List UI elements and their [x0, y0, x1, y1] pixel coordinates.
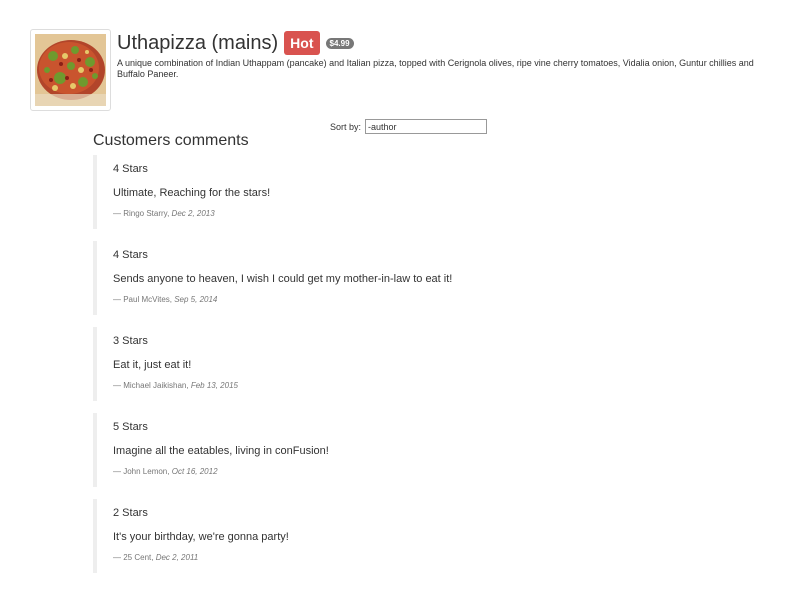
comment-date: Feb 13, 2015 [190, 381, 238, 390]
dish-body: Uthapizza (mains) Hot $4.99 A unique com… [117, 29, 777, 80]
comment-author: — Michael Jaikishan, [113, 381, 189, 390]
sort-control: Sort by: [330, 119, 488, 134]
dish-name: Uthapizza (mains) [117, 32, 279, 54]
comment-blockquote: 5 Stars Imagine all the eatables, living… [93, 413, 573, 487]
comment-rating: 3 Stars [113, 335, 148, 347]
comment-rating: 5 Stars [113, 421, 148, 433]
sort-input[interactable] [365, 119, 488, 134]
comment-date: Dec 2, 2011 [155, 553, 199, 562]
comment-rating: 2 Stars [113, 507, 148, 519]
sort-label: Sort by: [330, 121, 362, 132]
comment-footer: — John Lemon, Oct 16, 2012 [113, 466, 218, 477]
comment-date: Oct 16, 2012 [171, 467, 218, 476]
comment-blockquote: 4 Stars Ultimate, Reaching for the stars… [93, 155, 573, 229]
comment-footer: — Ringo Starry, Dec 2, 2013 [113, 208, 215, 219]
comment-footer: — 25 Cent, Dec 2, 2011 [113, 552, 198, 563]
price-badge: $4.99 [325, 37, 354, 49]
comment-text: Imagine all the eatables, living in conF… [113, 445, 329, 457]
comment-author: — Paul McVites, [113, 295, 172, 304]
comment-blockquote: 3 Stars Eat it, just eat it! — Michael J… [93, 327, 573, 401]
dish-thumbnail [30, 29, 111, 111]
comment-text: Eat it, just eat it! [113, 359, 192, 371]
comment-blockquote: 4 Stars Sends anyone to heaven, I wish I… [93, 241, 573, 315]
comment-author: — John Lemon, [113, 467, 170, 476]
comment-rating: 4 Stars [113, 163, 148, 175]
dish-heading: Uthapizza (mains) Hot $4.99 [117, 29, 777, 57]
dish-description: A unique combination of Indian Uthappam … [117, 58, 754, 79]
hot-label: Hot [284, 31, 320, 55]
comment-text: Ultimate, Reaching for the stars! [113, 187, 271, 199]
comment-text: Sends anyone to heaven, I wish I could g… [113, 273, 453, 285]
pizza-image [35, 34, 106, 106]
comment-text: It's your birthday, we're gonna party! [113, 531, 289, 543]
comments-title: Customers comments [93, 132, 249, 149]
comment-footer: — Paul McVites, Sep 5, 2014 [113, 294, 217, 305]
comment-author: — Ringo Starry, [113, 209, 170, 218]
comment-footer: — Michael Jaikishan, Feb 13, 2015 [113, 380, 238, 391]
comment-date: Dec 2, 2013 [171, 209, 215, 218]
comment-author: — 25 Cent, [113, 553, 154, 562]
comment-rating: 4 Stars [113, 249, 148, 261]
comment-date: Sep 5, 2014 [174, 295, 218, 304]
comment-blockquote: 2 Stars It's your birthday, we're gonna … [93, 499, 573, 573]
